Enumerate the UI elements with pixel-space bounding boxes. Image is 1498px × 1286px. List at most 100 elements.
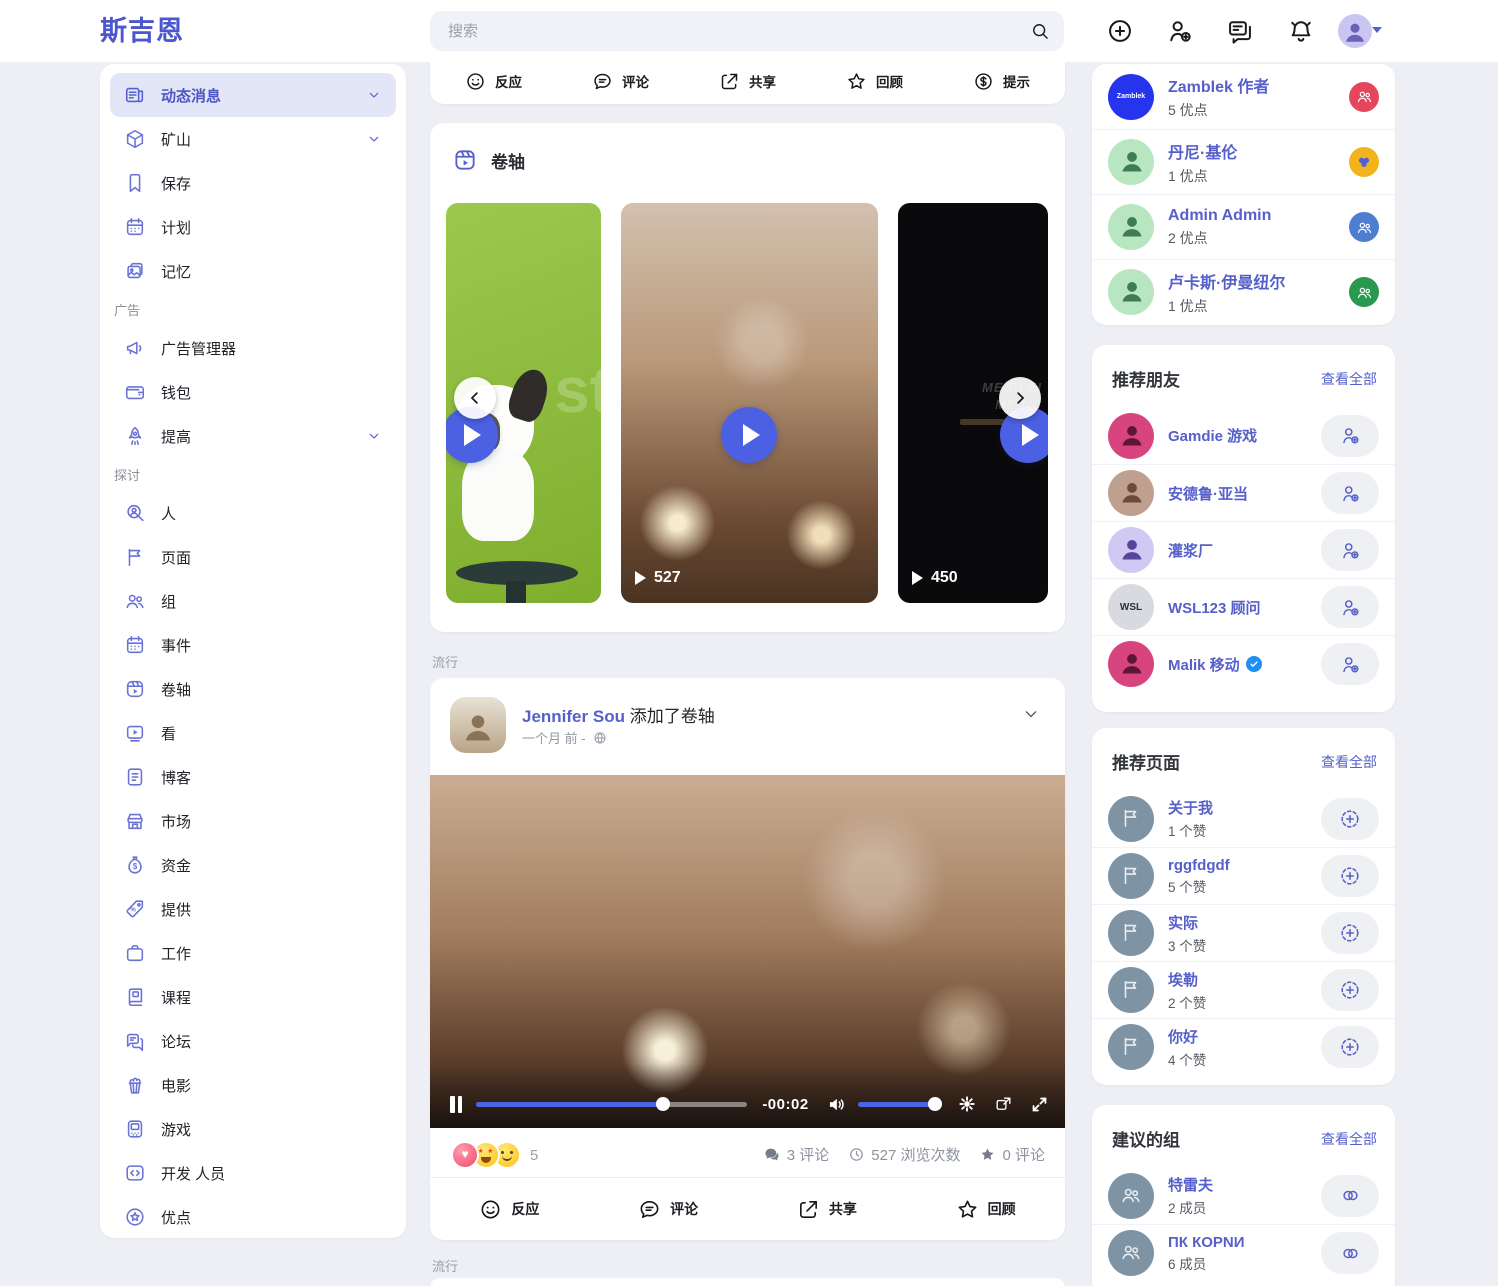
comment-button[interactable]: 评论 — [638, 1198, 698, 1221]
sidebar-item-pages[interactable]: 页面 — [110, 535, 396, 579]
user-name[interactable]: Admin Admin — [1168, 207, 1271, 225]
reel-thumbnail[interactable]: 527 — [621, 203, 878, 603]
volume-icon[interactable] — [826, 1094, 847, 1115]
sidebar-item-saved[interactable]: 保存 — [110, 161, 396, 205]
carousel-next-button[interactable] — [999, 377, 1041, 419]
review-button[interactable]: 回顾 — [956, 1198, 1016, 1221]
sidebar-item-forums[interactable]: 论坛 — [110, 1019, 396, 1063]
sidebar-item-courses[interactable]: 课程 — [110, 975, 396, 1019]
add-friend-button[interactable] — [1321, 643, 1379, 685]
post-author-name[interactable]: Jennifer Sou — [522, 707, 625, 726]
search-input[interactable] — [430, 11, 1064, 51]
popout-icon[interactable] — [994, 1095, 1013, 1114]
sidebar-item-blog[interactable]: 博客 — [110, 755, 396, 799]
messages-button[interactable] — [1226, 17, 1254, 45]
comments-count[interactable]: 3 评论 — [763, 1144, 830, 1165]
sidebar-item-people[interactable]: 人 — [110, 491, 396, 535]
like-page-button[interactable] — [1321, 912, 1379, 954]
sidebar-item-movies[interactable]: 电影 — [110, 1063, 396, 1107]
react-button[interactable]: 反应 — [479, 1198, 539, 1221]
app-logo[interactable]: 斯吉恩 — [100, 0, 184, 62]
page-avatar[interactable] — [1108, 1024, 1154, 1070]
tip-button[interactable]: 提示 — [973, 71, 1030, 92]
avatar[interactable] — [1108, 413, 1154, 459]
group-name[interactable]: ПК КОРNИ — [1168, 1234, 1245, 1251]
profile-menu-caret-icon[interactable] — [1372, 27, 1382, 33]
avatar[interactable] — [1108, 139, 1154, 185]
volume-slider[interactable] — [858, 1102, 940, 1107]
avatar[interactable] — [1108, 204, 1154, 250]
sidebar-item-funding[interactable]: 资金 — [110, 843, 396, 887]
notifications-button[interactable] — [1287, 17, 1315, 45]
sidebar-item-groups[interactable]: 组 — [110, 579, 396, 623]
sidebar-item-boost[interactable]: 提高 — [110, 414, 396, 458]
page-avatar[interactable] — [1108, 853, 1154, 899]
sidebar-item-news-feed[interactable]: 动态消息 — [110, 73, 396, 117]
page-avatar[interactable] — [1108, 910, 1154, 956]
page-avatar[interactable] — [1108, 967, 1154, 1013]
seek-bar[interactable] — [476, 1102, 747, 1107]
group-name[interactable]: 特雷夫 — [1168, 1174, 1213, 1195]
review-button[interactable]: 回顾 — [846, 71, 903, 92]
create-button[interactable] — [1106, 17, 1134, 45]
avatar[interactable]: Zamblek — [1108, 74, 1154, 120]
sidebar-item-mine[interactable]: 矿山 — [110, 117, 396, 161]
carousel-prev-button[interactable] — [454, 377, 496, 419]
share-button[interactable]: 共享 — [719, 71, 776, 92]
pause-button[interactable] — [450, 1096, 462, 1113]
sidebar-item-jobs[interactable]: 工作 — [110, 931, 396, 975]
play-button[interactable] — [721, 407, 777, 463]
share-button[interactable]: 共享 — [797, 1198, 857, 1221]
like-page-button[interactable] — [1321, 969, 1379, 1011]
fullscreen-icon[interactable] — [1030, 1095, 1049, 1114]
join-group-button[interactable] — [1321, 1232, 1379, 1274]
sidebar-item-events[interactable]: 事件 — [110, 623, 396, 667]
user-name[interactable]: 卢卡斯·伊曼纽尔 — [1168, 269, 1285, 293]
add-friend-button[interactable] — [1321, 472, 1379, 514]
seek-handle[interactable] — [656, 1097, 670, 1111]
avatar[interactable] — [1108, 470, 1154, 516]
search-icon[interactable] — [1030, 21, 1050, 46]
user-name[interactable]: 灌浆厂 — [1168, 540, 1213, 561]
settings-gear-icon[interactable] — [957, 1094, 977, 1114]
like-page-button[interactable] — [1321, 855, 1379, 897]
view-all-link[interactable]: 查看全部 — [1321, 752, 1377, 772]
page-avatar[interactable] — [1108, 796, 1154, 842]
react-button[interactable]: 反应 — [465, 71, 522, 92]
user-name[interactable]: 丹尼·基伦 — [1168, 139, 1237, 163]
view-all-link[interactable]: 查看全部 — [1321, 369, 1377, 389]
video-player[interactable]: -00:02 — [430, 775, 1065, 1128]
user-name[interactable]: Malik 移动 — [1168, 654, 1240, 675]
add-friend-button[interactable] — [1321, 586, 1379, 628]
reaction-emojis[interactable]: ♥ 5 — [451, 1141, 538, 1169]
avatar[interactable] — [1108, 527, 1154, 573]
post-author-avatar[interactable] — [450, 697, 506, 753]
sidebar-item-ads-manager[interactable]: 广告管理器 — [110, 326, 396, 370]
avatar[interactable]: WSL — [1108, 584, 1154, 630]
user-name[interactable]: Gamdie 游戏 — [1168, 425, 1257, 446]
comment-button[interactable]: 评论 — [592, 71, 649, 92]
sidebar-item-points[interactable]: 优点 — [110, 1195, 396, 1239]
page-name[interactable]: rggfdgdf — [1168, 857, 1230, 874]
sidebar-item-watch[interactable]: 看 — [110, 711, 396, 755]
sidebar-item-plans[interactable]: 计划 — [110, 205, 396, 249]
add-friend-button[interactable] — [1321, 415, 1379, 457]
avatar[interactable] — [1108, 269, 1154, 315]
sidebar-item-developers[interactable]: 开发 人员 — [110, 1151, 396, 1195]
sidebar-item-offers[interactable]: 提供 — [110, 887, 396, 931]
page-name[interactable]: 埃勒 — [1168, 969, 1206, 990]
friend-requests-button[interactable] — [1166, 17, 1194, 45]
user-name[interactable]: Zamblek 作者 — [1168, 73, 1269, 97]
sidebar-item-games[interactable]: 游戏 — [110, 1107, 396, 1151]
avatar[interactable] — [1108, 641, 1154, 687]
user-name[interactable]: 安德鲁·亚当 — [1168, 483, 1248, 504]
group-avatar[interactable] — [1108, 1230, 1154, 1276]
sidebar-item-market[interactable]: 市场 — [110, 799, 396, 843]
user-name[interactable]: WSL123 顾问 — [1168, 597, 1261, 618]
view-all-link[interactable]: 查看全部 — [1321, 1129, 1377, 1149]
sidebar-item-wallet[interactable]: 钱包 — [110, 370, 396, 414]
like-page-button[interactable] — [1321, 1026, 1379, 1068]
join-group-button[interactable] — [1321, 1175, 1379, 1217]
add-friend-button[interactable] — [1321, 529, 1379, 571]
page-name[interactable]: 实际 — [1168, 912, 1206, 933]
